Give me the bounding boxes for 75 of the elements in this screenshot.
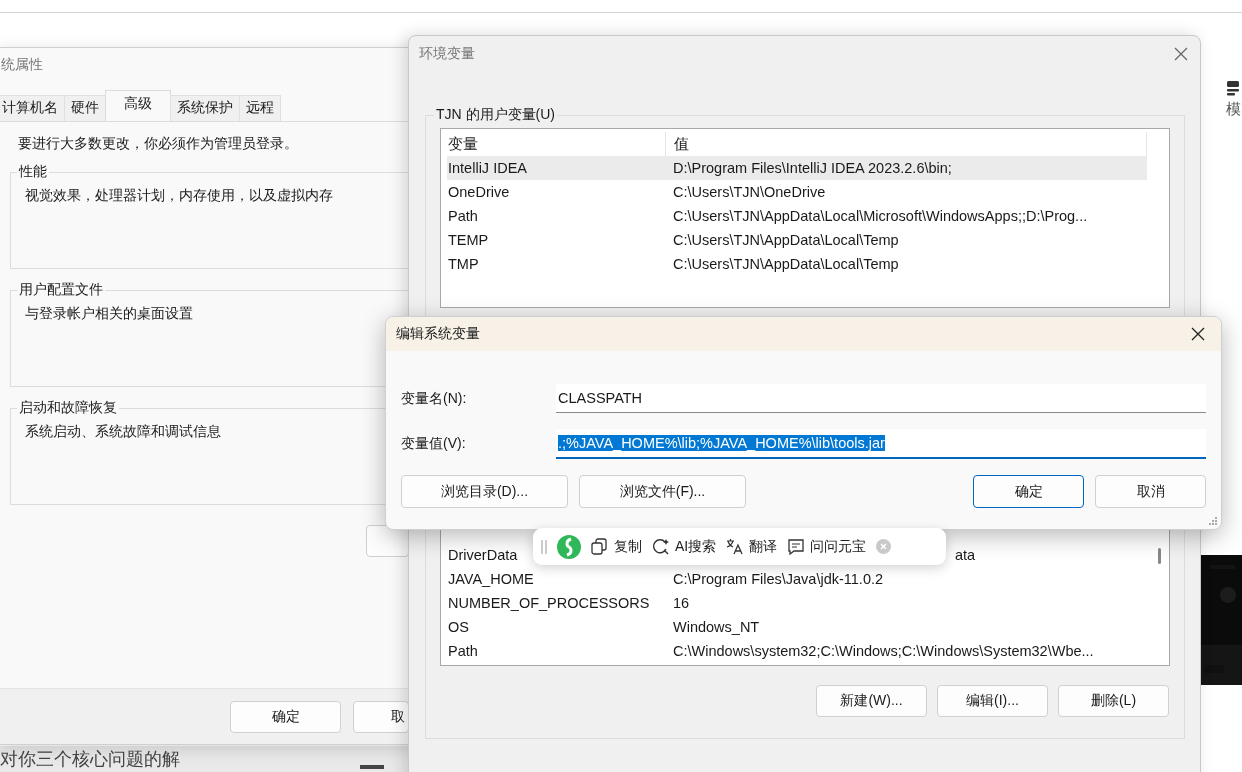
window-title: 统属性 [0,55,44,74]
side-label[interactable]: 模 [1225,100,1241,119]
window-title: 环境变量 [419,45,475,63]
group-title: 性能 [17,163,48,181]
table-cell-text: TEMP [447,232,490,248]
article-text: 对你三个核心问题的解 [0,748,180,771]
list-row[interactable]: Path C:\Windows\system32;C:\Windows;C:\Windows\System32\Wbe... [447,639,1147,663]
table-cell-text: C:\Users\TJN\OneDrive [672,184,827,200]
tab[interactable]: 高级 [105,90,171,121]
tab[interactable]: 硬件 [64,95,106,121]
table-cell-text: C:\Users\TJN\AppData\Local\Temp [672,256,900,272]
table-cell-text: C:\Program Files\Java\jdk-11.0.2 [672,571,885,587]
list-row[interactable]: TEMP C:\Users\TJN\AppData\Local\Temp [447,228,1147,252]
field-label: 变量名(N): [401,389,468,408]
toolbar-button[interactable]: AI搜索 [652,537,717,556]
window-title: 编辑系统变量 [396,325,480,343]
close-icon [1174,47,1188,61]
input-field[interactable]: .;%JAVA_HOME%\lib;%JAVA_HOME%\lib\tools.jar [556,429,1206,459]
group-title: 启动和故障恢复 [18,399,118,417]
group-description: 系统启动、系统故障和调试信息 [25,423,222,441]
table-cell-text: TMP [447,256,480,272]
group-title: TJN 的用户变量(U) [435,106,556,124]
dialog-button[interactable]: 浏览文件(F)... [579,475,746,508]
drag-handle-icon [541,538,547,555]
input-field[interactable]: CLASSPATH [556,384,1206,413]
toolbar-button[interactable]: 翻译 [726,537,778,556]
logo-icon [557,534,581,559]
dash-mark [360,765,384,769]
list-row[interactable]: JAVA_HOME C:\Program Files\Java\jdk-11.0.2 [447,567,1147,591]
table-cell-text: Path [447,643,479,659]
tab[interactable]: 系统保护 [170,95,240,121]
toolbar-button[interactable]: 问问元宝 [787,537,867,556]
list-row[interactable]: OneDrive C:\Users\TJN\OneDrive [447,180,1147,204]
list-row[interactable]: TMP C:\Users\TJN\AppData\Local\Temp [447,252,1147,276]
tab[interactable]: 计算机名 [0,95,65,121]
table-cell-text: C:\Users\TJN\AppData\Local\Microsoft\WindowsApps;;D:\Prog... [672,208,1089,224]
table-cell-text: NUMBER_OF_PROCESSORS [447,595,651,611]
dialog-button[interactable]: 新建(W)... [816,685,927,717]
dialog-button[interactable]: 浏览目录(D)... [401,475,568,508]
group-description: 与登录帐户相关的桌面设置 [25,305,194,323]
dialog-button[interactable]: 取 [353,700,409,733]
table-cell-text: Path [447,208,479,224]
table-cell-text: Windows_NT [672,619,761,635]
tab[interactable]: 远程 [239,95,281,121]
list-row[interactable]: NUMBER_OF_PROCESSORS 16 [447,591,1147,615]
field-label: 变量值(V): [401,435,467,453]
table-cell-text: OneDrive [447,184,511,200]
dialog-button[interactable]: 确定 [973,475,1084,508]
group-description: 视觉效果，处理器计划，内存使用，以及虚拟内存 [25,187,334,205]
notice-text: 要进行大多数更改，你必须作为管理员登录。 [17,135,299,153]
table-cell-text: C:\Windows\system32;C:\Windows;C:\Windows\System32\Wbe... [672,643,1095,659]
dialog-button[interactable]: 取消 [1095,475,1206,508]
list-row[interactable]: IntelliJ IDEA D:\Program Files\IntelliJ IDEA 2023.2.6\bin; [447,156,1147,180]
group-title: 用户配置文件 [18,281,104,299]
list-row[interactable]: Path C:\Users\TJN\AppData\Local\Microsoft\WindowsApps;;D:\Prog... [447,204,1147,228]
table-cell-text: D:\Program Files\IntelliJ IDEA 2023.2.6\bin; [672,160,953,176]
layout-icon [1226,80,1240,96]
resize-grip-icon [1209,517,1218,526]
dialog-button[interactable]: 删除(L) [1058,685,1169,717]
table-cell-text: JAVA_HOME [447,571,535,587]
close-icon [1191,327,1205,341]
table-cell-text: IntelliJ IDEA [447,160,528,176]
dialog-button[interactable]: 确定 [230,700,341,733]
close-icon [876,539,892,554]
table-cell-text: OS [447,619,470,635]
table-cell-text: C:\Users\TJN\AppData\Local\Temp [672,232,900,248]
scrollbar-thumb[interactable] [1158,548,1161,564]
search-icon [652,538,669,555]
toolbar-button[interactable]: 复制 [591,537,642,556]
table-cell-text: 16 [672,595,691,611]
translate-icon [726,538,744,555]
copy-icon [591,538,608,555]
chat-icon [787,538,805,555]
dialog-button[interactable]: 编辑(I)... [937,685,1048,717]
list-row[interactable]: OS Windows_NT [447,615,1147,639]
